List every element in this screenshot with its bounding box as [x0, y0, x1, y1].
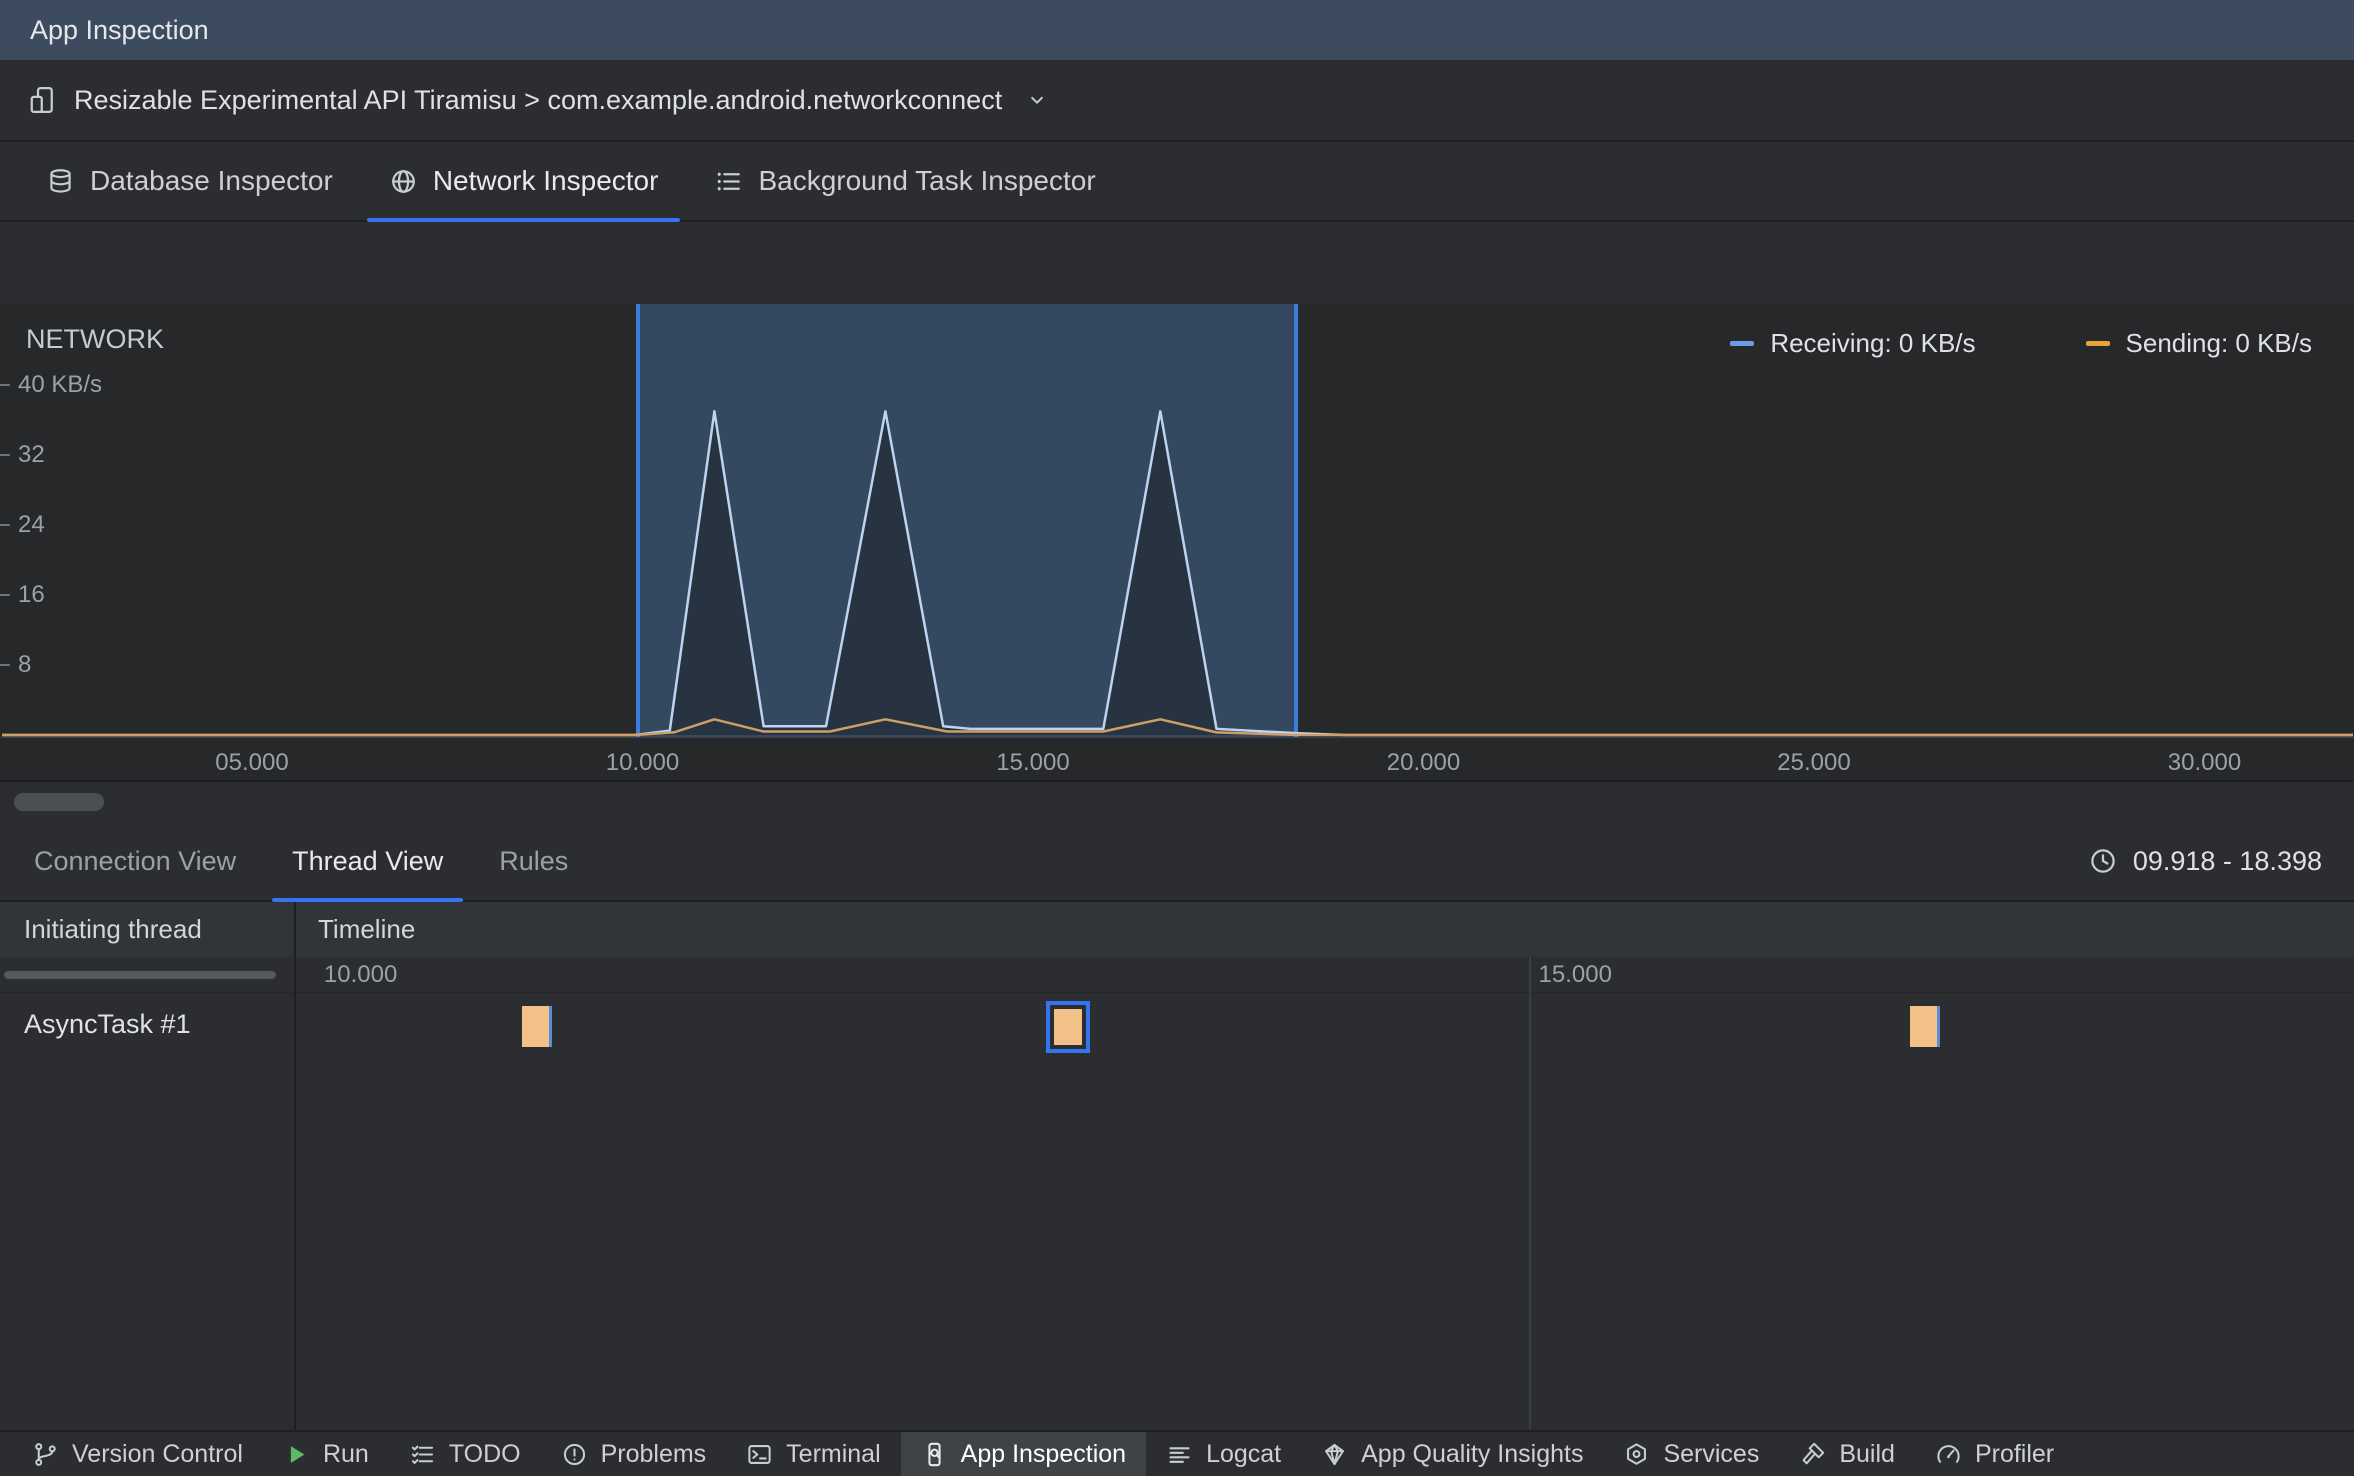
legend-label: Sending: 0 KB/s [2125, 328, 2312, 358]
tool-window-button-build[interactable]: Build [1779, 1432, 1915, 1476]
legend-label: Receiving: 0 KB/s [1770, 328, 1976, 358]
x-axis-label: 30.000 [2167, 749, 2242, 776]
app-inspection-window: { "colors": { "accent": "#3574f0", "titl… [0, 0, 2354, 1476]
tab-label: Background Task Inspector [758, 165, 1096, 196]
tool-window-button-app-inspection[interactable]: App Inspection [900, 1432, 1147, 1476]
database-icon [46, 167, 75, 196]
tool-window-button-terminal[interactable]: Terminal [726, 1432, 900, 1476]
x-axis-label: 20.000 [1386, 749, 1461, 776]
terminal-icon [746, 1441, 773, 1468]
tab-network-inspector[interactable]: Network Inspector [361, 142, 687, 222]
process-selector-label: Resizable Experimental API Tiramisu > co… [74, 84, 1003, 115]
page-title: App Inspection [30, 14, 209, 45]
profiler-icon [1935, 1441, 1962, 1468]
tool-window-label: Profiler [1974, 1439, 2055, 1468]
network-request-block[interactable] [522, 1006, 553, 1047]
network-usage-chart[interactable]: NETWORK Receiving: 0 KB/s Sending: 0 KB/… [0, 304, 2354, 780]
column-divider[interactable] [294, 902, 296, 1430]
thread-name[interactable]: AsyncTask #1 [24, 1009, 191, 1040]
chart-legend: Receiving: 0 KB/s Sending: 0 KB/s [1730, 328, 2312, 359]
tab-label: Database Inspector [90, 165, 333, 196]
tool-window-button-profiler[interactable]: Profiler [1915, 1432, 2074, 1476]
todo-icon [409, 1441, 436, 1468]
inspector-toolbar-strip [0, 222, 2354, 304]
logcat-icon [1166, 1441, 1193, 1468]
tab-database-inspector[interactable]: Database Inspector [18, 142, 361, 220]
tab-connection-view[interactable]: Connection View [6, 822, 264, 900]
tool-window-button-problems[interactable]: Problems [541, 1432, 727, 1476]
column-header-timeline[interactable]: Timeline [294, 914, 415, 945]
gem-icon [1321, 1441, 1348, 1468]
tool-window-label: Terminal [786, 1439, 881, 1468]
thread-table-header: Initiating thread Timeline [0, 902, 2354, 957]
tool-window-label: App Inspection [960, 1439, 1127, 1468]
tool-window-button-logcat[interactable]: Logcat [1146, 1432, 1301, 1476]
tab-label: Connection View [34, 845, 237, 876]
receiving-swatch [1730, 341, 1755, 346]
tool-window-button-run[interactable]: Run [263, 1432, 389, 1476]
timeline-ruler-label: 15.000 [1538, 961, 1612, 988]
tool-window-label: Build [1839, 1439, 1895, 1468]
tab-label: Rules [499, 845, 569, 876]
timeline-ruler: 10.000 15.000 [0, 957, 2354, 993]
tool-window-label: App Quality Insights [1361, 1439, 1584, 1468]
thread-timeline-row[interactable] [294, 993, 2354, 1053]
x-axis-label: 05.000 [215, 749, 289, 776]
column-scrollbar-thumb[interactable] [4, 971, 276, 979]
receiving-series-line [2, 410, 2353, 737]
selected-time-range: 09.918 - 18.398 [2088, 822, 2354, 900]
chart-baseline [0, 737, 2354, 738]
chevron-down-icon [1024, 87, 1050, 113]
build-icon [1799, 1441, 1826, 1468]
network-chart-canvas [2, 410, 2353, 737]
run-icon [283, 1441, 310, 1468]
inspector-tab-bar: Database Inspector Network Inspector Bac… [0, 142, 2354, 222]
tab-rules[interactable]: Rules [471, 822, 596, 900]
device-icon [28, 85, 58, 115]
network-request-block[interactable] [1909, 1006, 1940, 1047]
app-inspection-icon [921, 1441, 948, 1468]
timeline-ruler-label: 10.000 [323, 961, 398, 988]
globe-icon [389, 167, 418, 196]
tool-window-label: Version Control [72, 1439, 243, 1468]
timeline-gridline [1528, 957, 1531, 1430]
tab-thread-view[interactable]: Thread View [264, 822, 471, 902]
process-selector-bar[interactable]: Resizable Experimental API Tiramisu > co… [0, 60, 2354, 142]
sending-swatch [2085, 341, 2110, 346]
legend-item-receiving: Receiving: 0 KB/s [1730, 328, 1976, 359]
x-axis-label: 10.000 [605, 749, 680, 776]
problems-icon [561, 1441, 588, 1468]
network-request-block-selected[interactable] [1054, 1009, 1083, 1045]
branch-icon [32, 1441, 59, 1468]
tab-background-task-inspector[interactable]: Background Task Inspector [686, 142, 1123, 220]
tool-window-bar: Version Control Run TODO Problems Termin… [0, 1430, 2354, 1476]
tool-window-button-version-control[interactable]: Version Control [12, 1432, 263, 1476]
tool-window-label: Run [322, 1439, 369, 1468]
tool-window-title-bar: App Inspection [0, 0, 2354, 60]
x-axis-label: 25.000 [1777, 749, 1851, 776]
thread-table-body: AsyncTask #1 [0, 993, 2354, 1430]
clock-icon [2088, 846, 2118, 876]
view-tab-bar: Connection View Thread View Rules 09.918… [0, 822, 2354, 902]
tool-window-label: Services [1663, 1439, 1760, 1468]
tab-label: Network Inspector [432, 165, 659, 196]
legend-item-sending: Sending: 0 KB/s [2085, 328, 2312, 359]
x-axis-label: 15.000 [996, 749, 1070, 776]
tab-label: Thread View [292, 845, 444, 876]
tool-window-button-services[interactable]: Services [1603, 1432, 1779, 1476]
tool-window-button-app-quality-insights[interactable]: App Quality Insights [1301, 1432, 1603, 1476]
tool-window-label: Logcat [1206, 1439, 1282, 1468]
time-range-label: 09.918 - 18.398 [2132, 845, 2322, 876]
tool-window-button-todo[interactable]: TODO [389, 1432, 541, 1476]
services-icon [1623, 1441, 1650, 1468]
column-header-initiating-thread[interactable]: Initiating thread [0, 914, 294, 945]
tool-window-label: Problems [600, 1439, 707, 1468]
chart-horizontal-scrollbar[interactable] [0, 780, 2354, 822]
chart-title: NETWORK [26, 324, 164, 354]
tool-window-label: TODO [448, 1439, 521, 1468]
task-list-icon [714, 167, 743, 196]
horizontal-scrollbar-thumb[interactable] [14, 793, 104, 811]
